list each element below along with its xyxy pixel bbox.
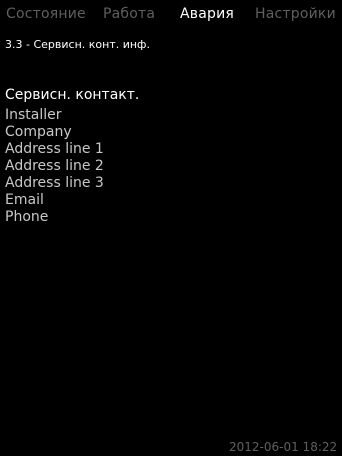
tab-status[interactable]: Состояние [6, 6, 86, 22]
tab-settings[interactable]: Настройки [255, 6, 336, 22]
breadcrumb: 3.3 - Сервисн. конт. инф. [5, 38, 150, 51]
menu-item-address-line-3[interactable]: Address line 3 [5, 175, 104, 192]
menu-item-phone[interactable]: Phone [5, 209, 104, 226]
menu-item-address-line-1[interactable]: Address line 1 [5, 141, 104, 158]
tab-operation[interactable]: Работа [103, 6, 155, 22]
service-contact-heading: Сервисн. контакт. [5, 87, 140, 103]
tab-alarm[interactable]: Авария [180, 6, 234, 22]
status-datetime: 2012-06-01 18:22 [229, 440, 338, 454]
menu-item-email[interactable]: Email [5, 192, 104, 209]
menu-item-installer[interactable]: Installer [5, 107, 104, 124]
menu-item-company[interactable]: Company [5, 124, 104, 141]
service-contact-list: Installer Company Address line 1 Address… [5, 107, 104, 226]
menu-item-address-line-2[interactable]: Address line 2 [5, 158, 104, 175]
tab-bar: Состояние Работа Авария Настройки [0, 0, 342, 24]
